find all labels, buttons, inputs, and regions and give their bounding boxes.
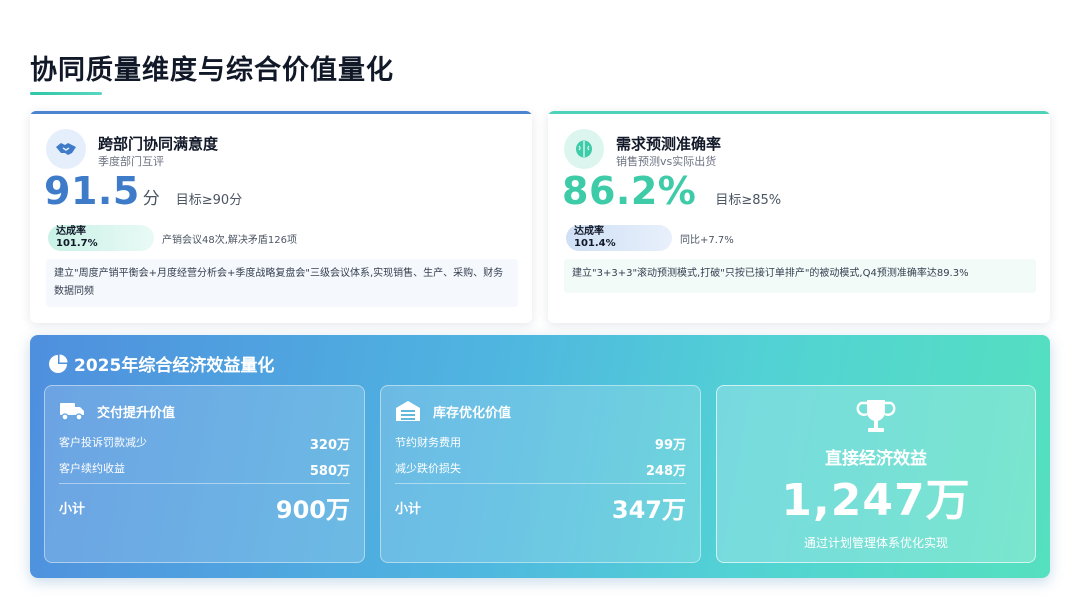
panel-title: 交付提升价值 [97,405,176,421]
banner-title: 2025年综合经济效益量化 [48,351,274,376]
panel-header: 交付提升价值 [59,400,175,422]
direct-benefit-note: 通过计划管理体系优化实现 [803,536,948,550]
value-row-amount: 248万 [645,464,686,479]
value-row-label: 节约财务费用 [395,436,461,449]
rate-label: 达成率 [56,226,86,237]
direct-benefit-panel: 直接经济效益 1,247万 通过计划管理体系优化实现 [716,385,1036,563]
card-description: 建立"3+3+3"滚动预测模式,打破"只按已接订单排产"的被动模式,Q4预测准确… [564,259,1036,293]
value-row-label: 客户续约收益 [59,462,125,475]
value-row-amount: 580万 [309,464,350,479]
rate-note: 同比+7.7% [680,235,734,246]
panel-divider [395,483,686,484]
metric-card-forecast: 需求预测准确率 销售预测vs实际出货 86.2% 目标≥85% 达成率 101.… [548,111,1050,323]
value-row-amount: 320万 [309,438,350,453]
handshake-icon [46,129,86,169]
subtotal-label: 小计 [59,502,86,517]
subtotal-value: 900万 [275,496,350,524]
card-title: 跨部门协同满意度 [98,135,219,153]
metric-card-collaboration: 跨部门协同满意度 季度部门互评 91.5 分 目标≥90分 达成率 101.7%… [30,111,532,323]
metric-target: 目标≥85% [715,193,782,208]
rate-label: 达成率 [574,226,604,237]
achievement-rate-pill: 达成率 101.7% [48,225,154,251]
card-accent-bar [30,111,532,114]
card-accent-bar [548,111,1050,114]
metric-value: 91.5 [44,169,140,213]
metric-value: 86.2% [562,169,697,213]
value-row-label: 减少跌价损失 [395,462,461,475]
panel-divider [59,483,350,484]
warehouse-icon [396,401,420,421]
metric-target: 目标≥90分 [175,193,243,208]
metric-value-row: 91.5 分 目标≥90分 [44,169,242,213]
metric-value-row: 86.2% 目标≥85% [562,169,781,213]
subtotal-value: 347万 [611,496,686,524]
rate-value: 101.4% [574,238,616,249]
achievement-rate-pill: 达成率 101.4% [566,225,672,251]
card-subtitle: 销售预测vs实际出货 [616,155,717,168]
card-description: 建立"周度产销平衡会+月度经营分析会+季度战略复盘会"三级会议体系,实现销售、生… [46,259,518,307]
trophy-icon [856,400,896,432]
value-row: 节约财务费用 99万 [395,434,686,453]
rate-value: 101.7% [56,238,98,249]
rate-note: 产销会议48次,解决矛盾126项 [162,235,297,246]
value-panel-inventory: 库存优化价值 节约财务费用 99万 减少跌价损失 248万 小计 347万 [380,385,701,563]
value-row: 客户投诉罚款减少 320万 [59,434,350,453]
banner-title-text: 2025年综合经济效益量化 [74,356,275,376]
card-title: 需求预测准确率 [616,135,722,153]
subtotal-label: 小计 [395,502,422,517]
metric-unit: 分 [142,189,160,209]
title-underline [30,92,102,95]
subtotal-row: 小计 347万 [395,490,686,525]
value-row-amount: 99万 [654,438,686,453]
brain-icon [564,129,604,169]
value-panel-delivery: 交付提升价值 客户投诉罚款减少 320万 客户续约收益 580万 小计 900万 [44,385,365,563]
page-title: 协同质量维度与综合价值量化 [30,55,394,86]
economic-benefit-banner: 2025年综合经济效益量化 交付提升价值 客户投诉罚款减少 320万 客户续约收… [30,335,1050,578]
pie-chart-icon [49,354,68,373]
panel-title: 库存优化价值 [433,405,512,421]
truck-icon [60,403,84,421]
value-row: 减少跌价损失 248万 [395,460,686,479]
direct-benefit-value: 1,247万 [781,475,971,526]
value-row-label: 客户投诉罚款减少 [59,436,147,449]
value-row: 客户续约收益 580万 [59,460,350,479]
subtotal-row: 小计 900万 [59,490,350,525]
card-subtitle: 季度部门互评 [98,155,164,168]
panel-header: 库存优化价值 [395,400,511,422]
